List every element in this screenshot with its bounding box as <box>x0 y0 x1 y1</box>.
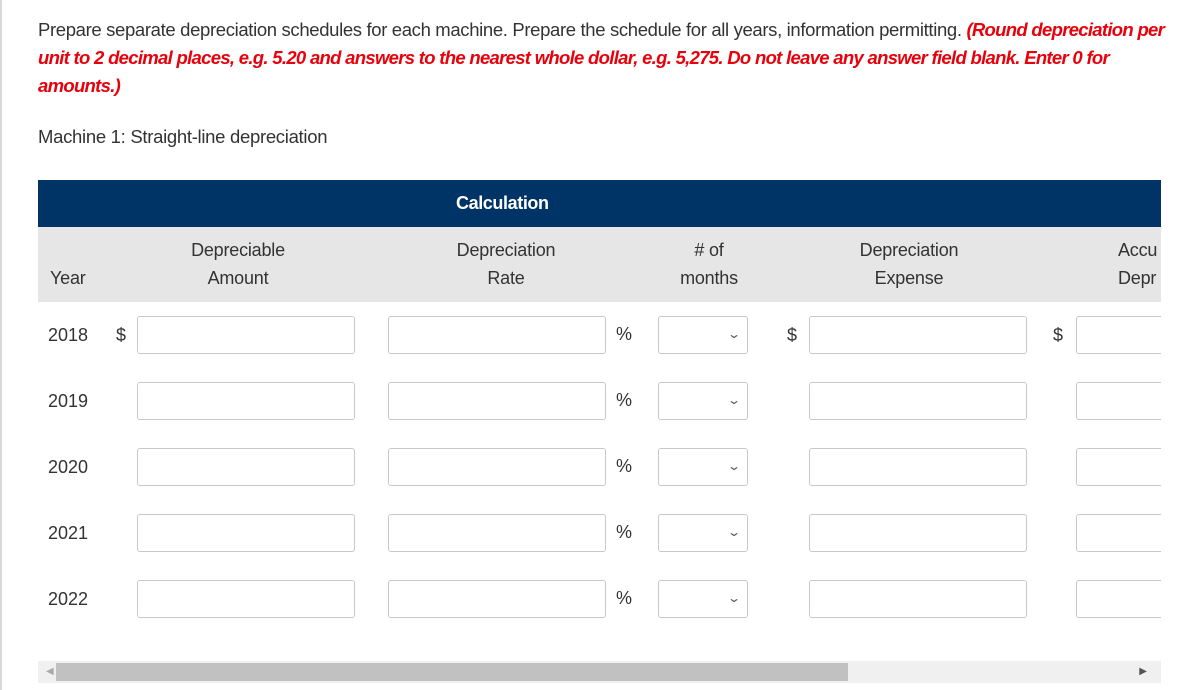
chevron-down-icon: ⌄ <box>726 327 742 341</box>
percent-symbol: % <box>616 522 633 542</box>
header-num-months-line1: # of <box>694 240 724 260</box>
depreciation-expense-input[interactable] <box>809 514 1027 552</box>
table-row: 2018 $% ⌄ $ $ <box>38 316 1161 358</box>
row-year: 2018 <box>48 325 89 345</box>
percent-symbol: % <box>616 588 633 608</box>
depreciation-expense-input[interactable] <box>809 382 1027 420</box>
percent-symbol: % <box>616 390 633 410</box>
header-year: Year <box>50 268 86 288</box>
schedule-subtitle: Machine 1: Straight-line depreciation <box>38 126 328 147</box>
depreciation-rate-input[interactable] <box>388 448 606 486</box>
header-num-months: # of months <box>658 236 760 292</box>
header-depreciation-expense-line2: Expense <box>874 268 944 288</box>
header-depreciation-expense: Depreciation Expense <box>838 236 980 292</box>
chevron-down-icon: ⌄ <box>726 393 742 407</box>
depreciable-amount-input[interactable] <box>137 382 355 420</box>
months-select[interactable]: ⌄ <box>658 382 748 420</box>
header-depreciable-amount: Depreciable Amount <box>168 236 308 292</box>
chevron-down-icon: ⌄ <box>726 459 742 473</box>
header-depreciation-expense-line1: Depreciation <box>859 240 959 260</box>
row-year: 2019 <box>48 391 89 411</box>
header-depreciation-rate: Depreciation Rate <box>436 236 576 292</box>
row-year: 2022 <box>48 589 89 609</box>
depreciation-rate-input[interactable] <box>388 382 606 420</box>
accumulated-depreciation-input[interactable] <box>1076 448 1161 486</box>
row-year: 2021 <box>48 523 89 543</box>
header-depreciable-amount-line2: Amount <box>207 268 269 288</box>
chevron-down-icon: ⌄ <box>726 591 742 605</box>
months-select[interactable]: ⌄ <box>658 580 748 618</box>
accumulated-depreciation-input[interactable] <box>1076 580 1161 618</box>
percent-symbol: % <box>616 456 633 476</box>
accumulated-depreciation-input[interactable] <box>1076 514 1161 552</box>
depreciation-schedule-table: Calculation Year Depreciable Amount Depr… <box>38 180 1161 688</box>
calculation-header: Calculation <box>456 193 549 213</box>
table-row: 2021% ⌄ <box>38 514 1161 556</box>
depreciable-amount-input[interactable] <box>137 316 355 354</box>
group-header-band: Calculation <box>38 180 1161 227</box>
months-select[interactable]: ⌄ <box>658 448 748 486</box>
depreciable-amount-input[interactable] <box>137 448 355 486</box>
months-select[interactable]: ⌄ <box>658 316 748 354</box>
currency-symbol: $ <box>787 325 798 345</box>
scrollbar-thumb[interactable] <box>56 663 848 681</box>
header-num-months-line2: months <box>680 268 738 288</box>
header-accumulated-depreciation-line2: Depr <box>1118 268 1157 288</box>
depreciation-rate-input[interactable] <box>388 316 606 354</box>
percent-symbol: % <box>616 324 633 344</box>
depreciable-amount-input[interactable] <box>137 514 355 552</box>
header-depreciable-amount-line1: Depreciable <box>191 240 285 260</box>
table-row: 2022% ⌄ <box>38 580 1161 622</box>
table-row: 2019% ⌄ <box>38 382 1161 424</box>
header-accumulated-depreciation: Accu Depr <box>1118 236 1157 292</box>
accumulated-depreciation-input[interactable] <box>1076 382 1161 420</box>
months-select[interactable]: ⌄ <box>658 514 748 552</box>
header-depreciation-rate-line2: Rate <box>487 268 525 288</box>
chevron-down-icon: ⌄ <box>726 525 742 539</box>
accumulated-depreciation-input[interactable] <box>1076 316 1161 354</box>
horizontal-scrollbar[interactable]: ◀ ▶ <box>38 661 1161 683</box>
currency-symbol: $ <box>116 325 127 345</box>
depreciation-expense-input[interactable] <box>809 448 1027 486</box>
scroll-left-arrow-icon[interactable]: ◀ <box>46 666 54 677</box>
header-accumulated-depreciation-line1: Accu <box>1118 240 1158 260</box>
table-row: 2020% ⌄ <box>38 448 1161 490</box>
depreciable-amount-input[interactable] <box>137 580 355 618</box>
instructions: Prepare separate depreciation schedules … <box>38 16 1168 100</box>
row-year: 2020 <box>48 457 89 477</box>
scroll-right-arrow-icon[interactable]: ▶ <box>1139 666 1147 677</box>
depreciation-rate-input[interactable] <box>388 514 606 552</box>
column-header-band: Year Depreciable Amount Depreciation Rat… <box>38 227 1161 302</box>
page-left-border <box>0 0 2 690</box>
depreciation-expense-input[interactable] <box>809 316 1027 354</box>
depreciation-rate-input[interactable] <box>388 580 606 618</box>
currency-symbol: $ <box>1053 325 1064 345</box>
depreciation-expense-input[interactable] <box>809 580 1027 618</box>
instructions-text: Prepare separate depreciation schedules … <box>38 19 967 40</box>
header-depreciation-rate-line1: Depreciation <box>456 240 556 260</box>
